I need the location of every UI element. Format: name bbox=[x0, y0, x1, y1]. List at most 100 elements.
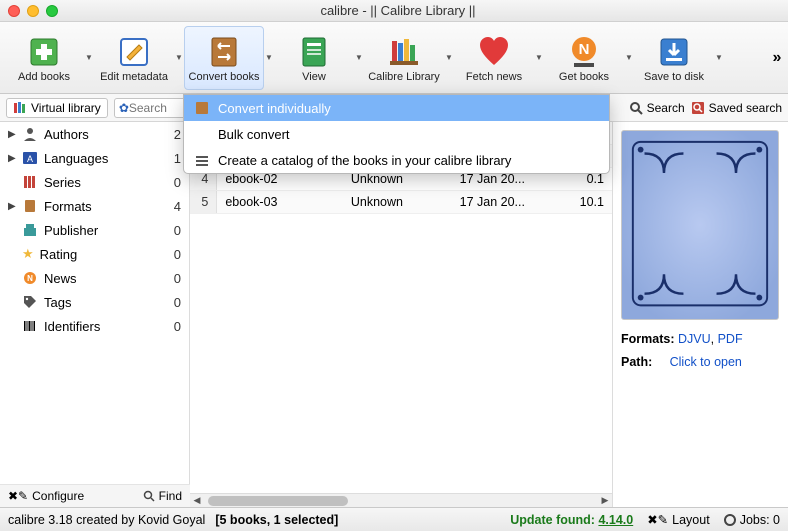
update-notice: Update found: 4.14.0 bbox=[510, 513, 633, 527]
calibre-library-button[interactable]: Calibre Library bbox=[364, 26, 444, 90]
status-book-count: [5 books, 1 selected] bbox=[215, 513, 338, 527]
person-icon bbox=[22, 126, 38, 142]
fetch-news-button[interactable]: Fetch news bbox=[454, 26, 534, 90]
view-icon bbox=[295, 33, 333, 71]
saved-search-button[interactable]: Saved search bbox=[691, 101, 782, 115]
edit-metadata-button[interactable]: Edit metadata bbox=[94, 26, 174, 90]
sidebar-item-label: Identifiers bbox=[44, 319, 100, 334]
jobs-button[interactable]: Jobs: 0 bbox=[724, 513, 780, 527]
add-books-label: Add books bbox=[18, 71, 70, 83]
sidebar-item-rating[interactable]: ★ Rating 0 bbox=[0, 242, 189, 266]
cell-size: 10.1 bbox=[555, 191, 612, 214]
find-button[interactable]: Find bbox=[143, 489, 182, 503]
sidebar-item-publisher[interactable]: Publisher 0 bbox=[0, 218, 189, 242]
main-toolbar: Add books ▼ Edit metadata ▼ Convert book… bbox=[0, 22, 788, 94]
main-split: ▶ Authors 2 ▶ A Languages 1 Series 0 ▶ F… bbox=[0, 122, 788, 507]
disclosure-triangle-icon[interactable]: ▶ bbox=[8, 201, 16, 212]
virtual-library-button[interactable]: Virtual library bbox=[6, 98, 108, 118]
sidebar-item-tags[interactable]: Tags 0 bbox=[0, 290, 189, 314]
sidebar-item-formats[interactable]: ▶ Formats 4 bbox=[0, 194, 189, 218]
layout-button[interactable]: ✖✎ Layout bbox=[647, 512, 709, 527]
scroll-right-icon[interactable]: ▶ bbox=[598, 495, 612, 506]
sidebar-item-count: 2 bbox=[174, 127, 181, 142]
cell-title: ebook-03 bbox=[217, 191, 343, 214]
edit-metadata-label: Edit metadata bbox=[100, 71, 168, 83]
sidebar-item-count: 0 bbox=[174, 319, 181, 334]
sidebar-item-languages[interactable]: ▶ A Languages 1 bbox=[0, 146, 189, 170]
path-label: Path: bbox=[621, 355, 652, 369]
menu-item-convert-individually[interactable]: Convert individually bbox=[184, 95, 609, 121]
saved-search-icon bbox=[691, 101, 705, 115]
book-cover[interactable] bbox=[621, 130, 779, 320]
heart-icon bbox=[475, 33, 513, 71]
saved-search-label: Saved search bbox=[709, 101, 782, 115]
disclosure-triangle-icon[interactable]: ▶ bbox=[8, 153, 16, 164]
format-link-pdf[interactable]: PDF bbox=[718, 332, 743, 346]
find-label: Find bbox=[159, 489, 182, 503]
horizontal-scrollbar[interactable]: ◀ ▶ bbox=[190, 493, 612, 507]
update-version-link[interactable]: 4.14.0 bbox=[598, 513, 633, 527]
get-books-button[interactable]: N Get books bbox=[544, 26, 624, 90]
get-books-icon: N bbox=[565, 33, 603, 71]
sidebar-footer: ✖✎ Configure Find bbox=[0, 484, 190, 507]
formats-row: Formats: DJVU, PDF bbox=[621, 330, 780, 349]
table-row[interactable]: 5 ebook-03 Unknown 17 Jan 20... 10.1 bbox=[190, 191, 612, 214]
download-icon bbox=[655, 33, 693, 71]
calibre-library-dropdown[interactable]: ▼ bbox=[444, 28, 454, 88]
convert-books-dropdown[interactable]: ▼ bbox=[264, 28, 274, 88]
scrollbar-thumb[interactable] bbox=[208, 496, 348, 506]
book-details-panel: Formats: DJVU, PDF Path: Click to open bbox=[613, 122, 788, 507]
sidebar-item-label: Rating bbox=[40, 247, 78, 262]
edit-metadata-dropdown[interactable]: ▼ bbox=[174, 28, 184, 88]
star-icon: ★ bbox=[22, 246, 34, 262]
sidebar-item-authors[interactable]: ▶ Authors 2 bbox=[0, 122, 189, 146]
scroll-left-icon[interactable]: ◀ bbox=[190, 495, 204, 506]
configure-button[interactable]: ✖✎ Configure bbox=[8, 489, 84, 503]
path-row: Path: Click to open bbox=[621, 353, 780, 372]
menu-item-create-catalog[interactable]: Create a catalog of the books in your ca… bbox=[184, 147, 609, 173]
book-list: 2 ebook-04 3 Unknown 17 Jan 20... 7.1 3 … bbox=[190, 122, 613, 507]
sidebar-item-series[interactable]: Series 0 bbox=[0, 170, 189, 194]
save-to-disk-dropdown[interactable]: ▼ bbox=[714, 28, 724, 88]
view-button[interactable]: View bbox=[274, 26, 354, 90]
convert-books-label: Convert books bbox=[189, 71, 260, 83]
status-bar: calibre 3.18 created by Kovid Goyal [5 b… bbox=[0, 507, 788, 531]
format-link-djvu[interactable]: DJVU bbox=[678, 332, 711, 346]
fetch-news-dropdown[interactable]: ▼ bbox=[534, 28, 544, 88]
sidebar-item-label: News bbox=[44, 271, 77, 286]
sidebar-item-news[interactable]: N News 0 bbox=[0, 266, 189, 290]
calibre-library-label: Calibre Library bbox=[368, 71, 440, 83]
gear-icon[interactable]: ✿ bbox=[119, 101, 129, 115]
cell-date: 17 Jan 20... bbox=[452, 191, 555, 214]
disclosure-triangle-icon[interactable]: ▶ bbox=[8, 129, 16, 140]
jobs-label: Jobs: 0 bbox=[740, 513, 780, 527]
toolbar-overflow[interactable]: » bbox=[770, 49, 784, 67]
convert-books-button[interactable]: Convert books bbox=[184, 26, 264, 90]
add-books-dropdown[interactable]: ▼ bbox=[84, 28, 94, 88]
magnifier-icon bbox=[629, 101, 643, 115]
configure-label: Configure bbox=[32, 489, 84, 503]
edit-metadata-icon bbox=[115, 33, 153, 71]
sidebar-item-identifiers[interactable]: Identifiers 0 bbox=[0, 314, 189, 338]
magnifier-icon bbox=[143, 490, 155, 502]
svg-text:N: N bbox=[27, 274, 33, 283]
sidebar-item-label: Authors bbox=[44, 127, 89, 142]
get-books-dropdown[interactable]: ▼ bbox=[624, 28, 634, 88]
search-button[interactable]: Search bbox=[629, 101, 685, 115]
window-title: calibre - || Calibre Library || bbox=[16, 3, 780, 18]
menu-item-bulk-convert[interactable]: Bulk convert bbox=[184, 121, 609, 147]
tools-icon: ✖✎ bbox=[647, 512, 668, 527]
catalog-icon bbox=[194, 152, 210, 168]
path-link[interactable]: Click to open bbox=[670, 355, 742, 369]
news-icon: N bbox=[22, 270, 38, 286]
view-dropdown[interactable]: ▼ bbox=[354, 28, 364, 88]
update-label: Update found: bbox=[510, 513, 595, 527]
svg-text:A: A bbox=[27, 154, 33, 164]
category-sidebar: ▶ Authors 2 ▶ A Languages 1 Series 0 ▶ F… bbox=[0, 122, 190, 507]
layout-label: Layout bbox=[672, 513, 710, 527]
sidebar-item-count: 4 bbox=[174, 199, 181, 214]
title-bar: calibre - || Calibre Library || bbox=[0, 0, 788, 22]
save-to-disk-button[interactable]: Save to disk bbox=[634, 26, 714, 90]
row-index: 5 bbox=[190, 191, 217, 214]
add-books-button[interactable]: Add books bbox=[4, 26, 84, 90]
